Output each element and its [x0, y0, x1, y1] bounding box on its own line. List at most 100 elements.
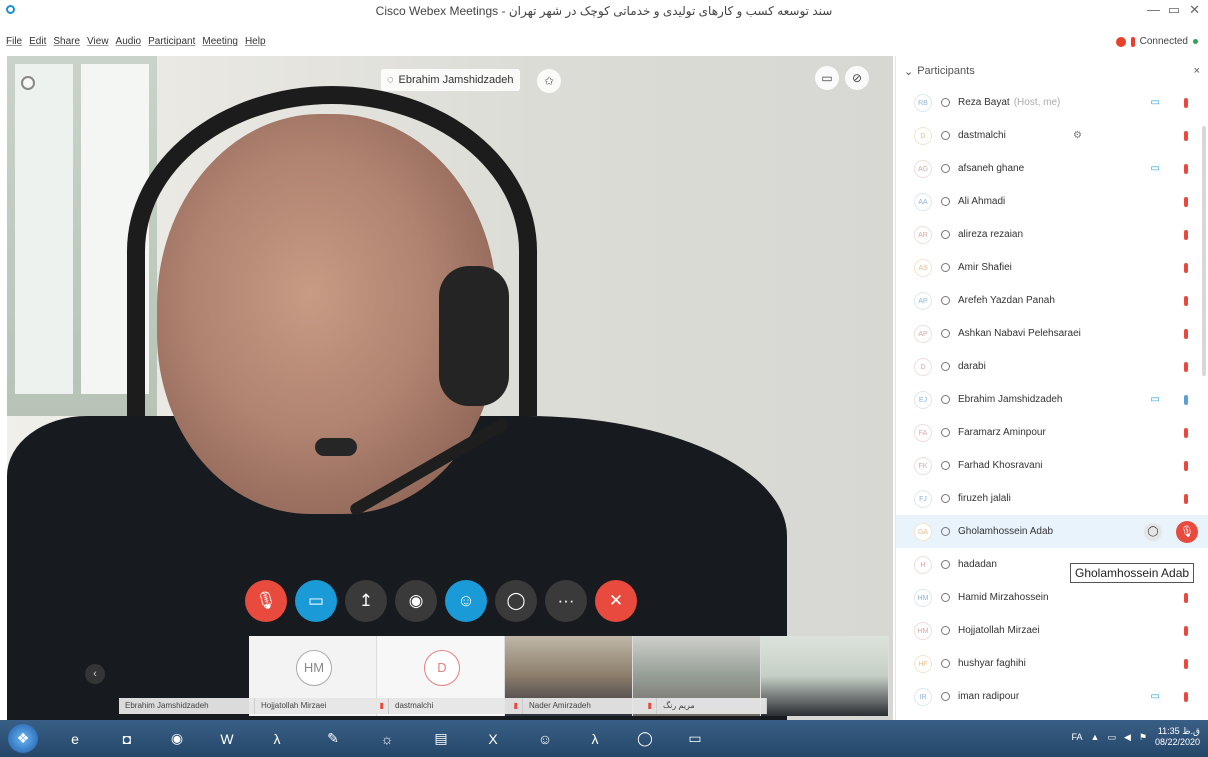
participant-row[interactable]: AP Ashkan Nabavi Pelehsaraei [896, 317, 1208, 350]
mic-muted-icon[interactable] [1184, 625, 1188, 636]
participant-row[interactable]: HM Hojjatollah Mirzaei [896, 614, 1208, 647]
participant-row[interactable]: Ddastmalchi ⚙ [896, 119, 1208, 152]
mic-muted-icon[interactable] [1184, 229, 1188, 240]
close-window-button[interactable]: ✕ [1189, 2, 1200, 18]
participant-row[interactable]: HM Hamid Mirzahossein [896, 581, 1208, 614]
participant-row[interactable]: FA Faramarz Aminpour [896, 416, 1208, 449]
volume-icon[interactable]: ◀ [1124, 732, 1131, 743]
participant-row[interactable]: FK Farhad Khosravani [896, 449, 1208, 482]
internet-explorer-icon[interactable]: e [60, 724, 90, 753]
mic-muted-icon[interactable] [1184, 97, 1188, 108]
layout-icon[interactable]: ▭ [815, 66, 839, 90]
mic-icon[interactable] [1184, 394, 1188, 405]
clock[interactable]: 11:35 ق.ظ 08/22/2020 [1155, 726, 1200, 748]
participant-avatar: D [914, 357, 932, 376]
flag-icon[interactable]: ⚑ [1139, 732, 1147, 743]
participants-button[interactable]: ☺ [445, 580, 487, 622]
mic-muted-icon[interactable] [1184, 163, 1188, 174]
participants-scrollbar[interactable] [1202, 126, 1206, 376]
participant-name: iman radipour [958, 691, 1020, 702]
acrobat-reader-icon[interactable]: λ [580, 724, 610, 753]
title-bar: Cisco Webex Meetings - سند توسعه کسب و ک… [0, 0, 1208, 32]
word-icon[interactable]: W [212, 724, 242, 753]
webex-taskbar-icon[interactable]: ◯ [630, 724, 660, 753]
media-player-icon[interactable]: ◘ [112, 724, 142, 753]
mute-button[interactable]: 🎙 [245, 580, 287, 622]
participant-row[interactable]: AG afsaneh ghane ▭ [896, 152, 1208, 185]
mic-muted-icon[interactable] [1184, 196, 1188, 207]
mic-muted-icon[interactable] [1184, 361, 1188, 372]
network-icon[interactable]: ▭ [1107, 732, 1116, 743]
close-panel-icon[interactable]: × [1194, 65, 1200, 77]
participant-row[interactable]: IR iman radipour ▭ [896, 680, 1208, 713]
more-options-button[interactable]: ··· [545, 580, 587, 622]
explorer-icon[interactable]: ▤ [426, 724, 456, 753]
language-indicator[interactable]: FA [1072, 732, 1083, 742]
mic-muted-icon[interactable] [1184, 592, 1188, 603]
active-speaker-video[interactable]: ◌ Ebrahim Jamshidzadeh ✩ ▭ ⊘ 🎙 ▭ ↥ ◉ ☺ ◯… [7, 56, 893, 720]
end-meeting-button[interactable]: ✕ [595, 580, 637, 622]
paint-icon[interactable]: ✎ [318, 724, 348, 753]
chat-icon[interactable]: ◯ [1144, 522, 1162, 541]
maximize-button[interactable]: ▭ [1168, 2, 1180, 18]
chat-button[interactable]: ◯ [495, 580, 537, 622]
share-button[interactable]: ↥ [345, 580, 387, 622]
window-title: Cisco Webex Meetings - سند توسعه کسب و ک… [375, 4, 833, 18]
participant-row[interactable]: HF hushyar faghihi [896, 647, 1208, 680]
firefox-icon[interactable]: ☼ [372, 724, 402, 753]
chrome-icon[interactable]: ◉ [162, 724, 192, 753]
participant-name: Arefeh Yazdan Panah [958, 295, 1055, 306]
mute-participant-icon[interactable]: 🎙 [1176, 520, 1198, 543]
mic-muted-icon[interactable] [1184, 295, 1188, 306]
connection-label: Connected [1139, 36, 1188, 47]
active-speaker-name: Ebrahim Jamshidzadeh [398, 74, 514, 86]
excel-icon[interactable]: X [478, 724, 508, 753]
menu-help[interactable]: Help [245, 36, 266, 52]
mic-muted-icon: ▮ [513, 701, 518, 710]
menu-share[interactable]: Share [53, 36, 80, 52]
headset-mic [315, 438, 357, 456]
participant-row[interactable]: AA Ali Ahmadi [896, 185, 1208, 218]
mic-muted-icon[interactable] [1184, 427, 1188, 438]
mic-muted-icon[interactable] [1184, 328, 1188, 339]
participant-row[interactable]: RB Reza Bayat (Host, me) ▭ [896, 86, 1208, 119]
menu-audio[interactable]: Audio [116, 36, 142, 52]
full-screen-icon[interactable]: ⊘ [845, 66, 869, 90]
minimize-button[interactable]: — [1147, 2, 1160, 17]
thumbnail-video[interactable] [761, 636, 889, 716]
menu-view[interactable]: View [87, 36, 109, 52]
participant-row[interactable]: GA Gholamhossein Adab ◯ 🎙 [896, 515, 1208, 548]
menu-meeting[interactable]: Meeting [202, 36, 238, 52]
thumbnail-name-bar: Ebrahim Jamshidzadeh Hojjatollah Mirzaei… [119, 698, 769, 714]
video-options-icon[interactable] [21, 76, 35, 90]
start-button[interactable]: ❖ [8, 724, 38, 753]
video-button[interactable]: ▭ [295, 580, 337, 622]
thumbnail-scroll-left-icon[interactable]: ‹ [85, 664, 105, 684]
acrobat-icon[interactable]: λ [262, 724, 292, 753]
app-icon[interactable]: ☺ [530, 724, 560, 753]
mic-muted-icon[interactable] [1184, 658, 1188, 669]
record-button[interactable]: ◉ [395, 580, 437, 622]
mic-muted-icon[interactable] [1184, 130, 1188, 141]
mic-muted-icon[interactable] [1184, 691, 1188, 702]
participant-name: Hojjatollah Mirzaei [958, 625, 1040, 636]
menu-participant[interactable]: Participant [148, 36, 195, 52]
menu-file[interactable]: File [6, 36, 22, 52]
chevron-down-icon[interactable]: ⌄ [904, 65, 913, 78]
participant-row[interactable]: AR alireza rezaian [896, 218, 1208, 251]
participant-avatar: IR [914, 687, 932, 706]
window-taskbar-icon[interactable]: ▭ [680, 724, 710, 753]
mic-muted-icon[interactable] [1184, 460, 1188, 471]
participant-row[interactable]: FJ firuzeh jalali [896, 482, 1208, 515]
mic-muted-icon[interactable] [1184, 493, 1188, 504]
menu-edit[interactable]: Edit [29, 36, 46, 52]
participant-row[interactable]: AS Amir Shafiei [896, 251, 1208, 284]
mic-muted-icon[interactable] [1184, 262, 1188, 273]
pin-icon[interactable]: ✩ [537, 69, 561, 93]
audio-device-icon [941, 296, 950, 305]
tray-arrow-icon[interactable]: ▲ [1091, 732, 1100, 742]
participant-row[interactable]: EJ Ebrahim Jamshidzadeh ▭ [896, 383, 1208, 416]
participant-row[interactable]: AP Arefeh Yazdan Panah [896, 284, 1208, 317]
participant-row[interactable]: Ddarabi [896, 350, 1208, 383]
participant-name: Ashkan Nabavi Pelehsaraei [958, 328, 1081, 339]
